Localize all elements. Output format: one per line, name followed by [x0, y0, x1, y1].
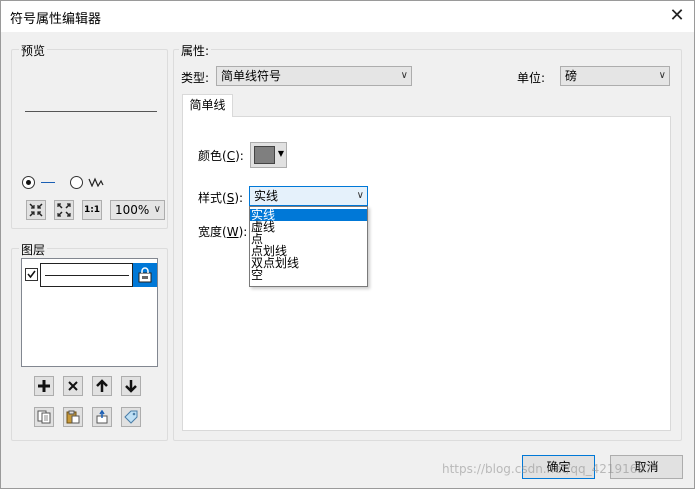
layer-visible-checkbox[interactable]: [25, 268, 38, 281]
close-icon[interactable]: ✕: [664, 4, 690, 28]
symbol-editor-dialog: 符号属性编辑器 ✕ 预览 1:1 100% ∨ 图层 属性: 类型: 简单线符号…: [0, 0, 695, 489]
zoom-select[interactable]: 100% ∨: [110, 200, 165, 220]
tag-icon[interactable]: [121, 407, 141, 427]
line-mode-icon: [41, 182, 55, 183]
chevron-down-icon: ∨: [153, 204, 161, 215]
chevron-down-icon: ∨: [400, 70, 408, 81]
layers-label: 图层: [19, 241, 48, 258]
zoom-in-icon[interactable]: [26, 200, 46, 220]
preview-label: 预览: [19, 42, 48, 59]
layer-lock-icon[interactable]: [133, 263, 157, 287]
style-option[interactable]: 虚线: [250, 221, 367, 233]
wave-mode-radio[interactable]: [70, 176, 83, 189]
layer-item[interactable]: [40, 263, 133, 287]
preview-line: [25, 111, 157, 112]
move-down-icon[interactable]: [121, 376, 141, 396]
reset-icon[interactable]: [92, 407, 112, 427]
type-label: 类型:: [181, 71, 210, 85]
zoom-extent-icon[interactable]: [54, 200, 74, 220]
type-select[interactable]: 简单线符号 ∨: [216, 66, 412, 86]
window-title: 符号属性编辑器: [10, 12, 102, 27]
width-label-key: W: [226, 225, 239, 239]
caret-down-icon: ▼: [277, 149, 284, 158]
width-label-post: ):: [238, 225, 248, 239]
style-option[interactable]: 双点划线: [250, 257, 367, 269]
properties-label: 属性:: [179, 42, 212, 59]
style-value: 实线: [254, 189, 279, 203]
copy-icon[interactable]: [34, 407, 54, 427]
style-dropdown-list: 实线 虚线 点 点划线 双点划线 空: [249, 206, 368, 287]
color-label: 颜色(C):: [198, 147, 244, 164]
actual-size-text: 1:1: [83, 205, 101, 215]
move-up-icon[interactable]: [92, 376, 112, 396]
color-label-post: ):: [235, 149, 244, 163]
chevron-down-icon: ∨: [356, 190, 364, 201]
chevron-down-icon: ∨: [658, 70, 666, 81]
watermark: https://blog.csdn.net/qq_42191697: [442, 462, 653, 476]
unit-label: 单位:: [517, 71, 546, 85]
color-swatch: [254, 146, 275, 164]
unit-select[interactable]: 磅 ∨: [560, 66, 670, 86]
color-label-pre: 颜色(: [198, 149, 227, 163]
color-label-key: C: [226, 149, 236, 163]
tab-simple-line-label: 简单线: [189, 98, 226, 112]
delete-icon[interactable]: [63, 376, 83, 396]
paste-icon[interactable]: [63, 407, 83, 427]
zoom-value: 100%: [115, 203, 150, 217]
width-label: 宽度(W):: [198, 223, 247, 240]
title-bar: 符号属性编辑器 ✕: [1, 1, 694, 32]
style-label-post: ):: [234, 191, 244, 205]
add-icon[interactable]: [34, 376, 54, 396]
color-picker-button[interactable]: ▼: [250, 142, 287, 168]
width-label-pre: 宽度(: [198, 225, 227, 239]
actual-size-icon[interactable]: 1:1: [82, 200, 102, 220]
type-value: 简单线符号: [221, 69, 282, 83]
style-label-pre: 样式(: [198, 191, 227, 205]
style-option[interactable]: 空: [250, 269, 367, 281]
style-label: 样式(S):: [198, 189, 243, 206]
wave-mode-icon: [88, 177, 104, 187]
unit-value: 磅: [565, 69, 578, 83]
tab-simple-line[interactable]: 简单线: [182, 94, 233, 117]
line-mode-radio[interactable]: [22, 176, 35, 189]
layer-line-preview: [45, 275, 129, 276]
style-select[interactable]: 实线 ∨: [249, 186, 368, 206]
